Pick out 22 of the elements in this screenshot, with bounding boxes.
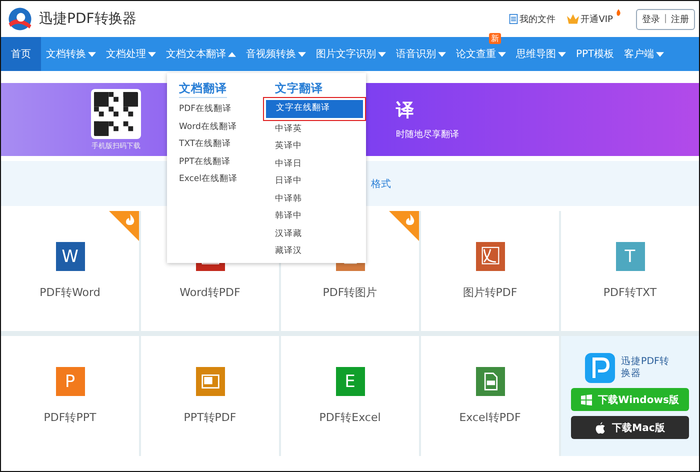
tool-label: PDF转TXT	[603, 285, 657, 300]
new-badge: 新	[489, 33, 501, 44]
tool-label: PDF转PPT	[44, 410, 96, 425]
tool-label: PDF转Word	[40, 285, 100, 300]
banner-subtitle: 时随地尽享翻译	[396, 128, 459, 141]
info-text: 格式	[371, 178, 391, 190]
tool-label: Excel转PDF	[459, 410, 521, 425]
menu-heading: 文档翻译	[179, 81, 227, 98]
separator-text: |	[664, 14, 667, 24]
file-type-icon: T	[616, 242, 644, 271]
file-type-icon: P	[56, 367, 84, 396]
tool-label: Word转PDF	[180, 285, 240, 300]
banner-title: 译	[396, 99, 415, 122]
menu-heading: 文字翻译	[275, 81, 323, 98]
tool-label: PDF转Excel	[319, 410, 381, 425]
tool-label: 图片转PDF	[462, 285, 518, 300]
file-type-icon: E	[336, 367, 364, 396]
tool-label: PPT转PDF	[184, 410, 236, 425]
logo-text: 迅捷PDF转换器	[39, 10, 136, 28]
tool-label: PDF转图片	[322, 285, 378, 300]
file-type-icon: W	[56, 242, 84, 271]
app-name: 迅捷PDF转换器	[621, 356, 671, 380]
